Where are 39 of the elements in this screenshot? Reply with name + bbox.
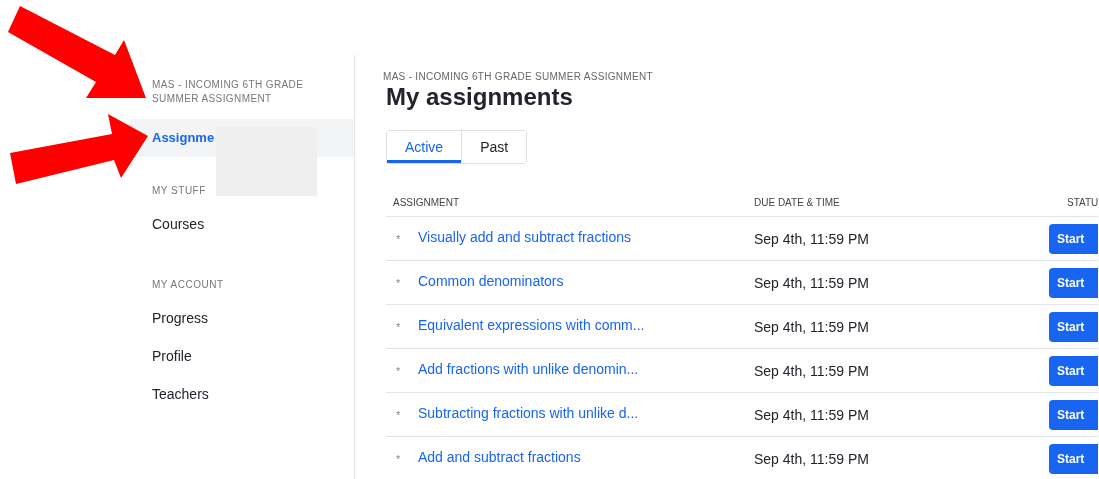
sidebar-link[interactable]: Profile — [152, 337, 192, 375]
start-button[interactable]: Start — [1049, 355, 1098, 386]
tab[interactable]: Past — [461, 131, 527, 163]
start-button[interactable]: Start — [1049, 399, 1098, 430]
sidebar-link[interactable]: Teachers — [152, 375, 209, 413]
section-heading: MY STUFF — [152, 185, 206, 196]
due-date: Sep 4th, 11:59 PM — [754, 318, 870, 335]
section-heading: MY ACCOUNT — [152, 279, 224, 290]
due-date: Sep 4th, 11:59 PM — [754, 406, 870, 423]
sidebar-link[interactable]: Progress — [152, 299, 209, 337]
sidebar-link[interactable]: Assignme — [152, 119, 215, 157]
star-marker: * — [395, 276, 402, 289]
star-marker: * — [395, 364, 402, 377]
star-marker: * — [395, 452, 402, 465]
tab[interactable]: Active — [387, 131, 462, 163]
column-header: ASSIGNMENT — [392, 196, 460, 208]
star-marker: * — [395, 232, 402, 245]
star-marker: * — [395, 408, 402, 421]
assignment-link[interactable]: Equivalent expressions with comm... — [418, 317, 754, 333]
course-title: MAS - INCOMING 6TH GRADE SUMMER ASSIGNMENT — [152, 78, 305, 106]
due-date: Sep 4th, 11:59 PM — [754, 274, 870, 291]
assignment-link[interactable]: Subtracting fractions with unlike d... — [418, 405, 754, 421]
page-title: My assignments — [386, 82, 573, 112]
start-button[interactable]: Start — [1049, 223, 1098, 254]
due-date: Sep 4th, 11:59 PM — [754, 450, 870, 467]
sidebar-link[interactable]: Courses — [152, 205, 205, 243]
breadcrumb: MAS - INCOMING 6TH GRADE SUMMER ASSIGNMENT — [383, 71, 653, 82]
assignment-link[interactable]: Add fractions with unlike denomin... — [418, 361, 754, 377]
start-button[interactable]: Start — [1049, 267, 1098, 298]
assignment-link[interactable]: Common denominators — [418, 273, 754, 289]
start-button[interactable]: Start — [1049, 311, 1098, 342]
start-button[interactable]: Start — [1049, 443, 1098, 474]
due-date: Sep 4th, 11:59 PM — [754, 362, 870, 379]
column-header: DUE DATE & TIME — [754, 196, 840, 208]
assignment-link[interactable]: Add and subtract fractions — [418, 449, 754, 465]
due-date: Sep 4th, 11:59 PM — [754, 230, 870, 247]
column-header: STATU — [1067, 196, 1099, 208]
assignment-link[interactable]: Visually add and subtract fractions — [418, 229, 754, 245]
star-marker: * — [395, 320, 402, 333]
